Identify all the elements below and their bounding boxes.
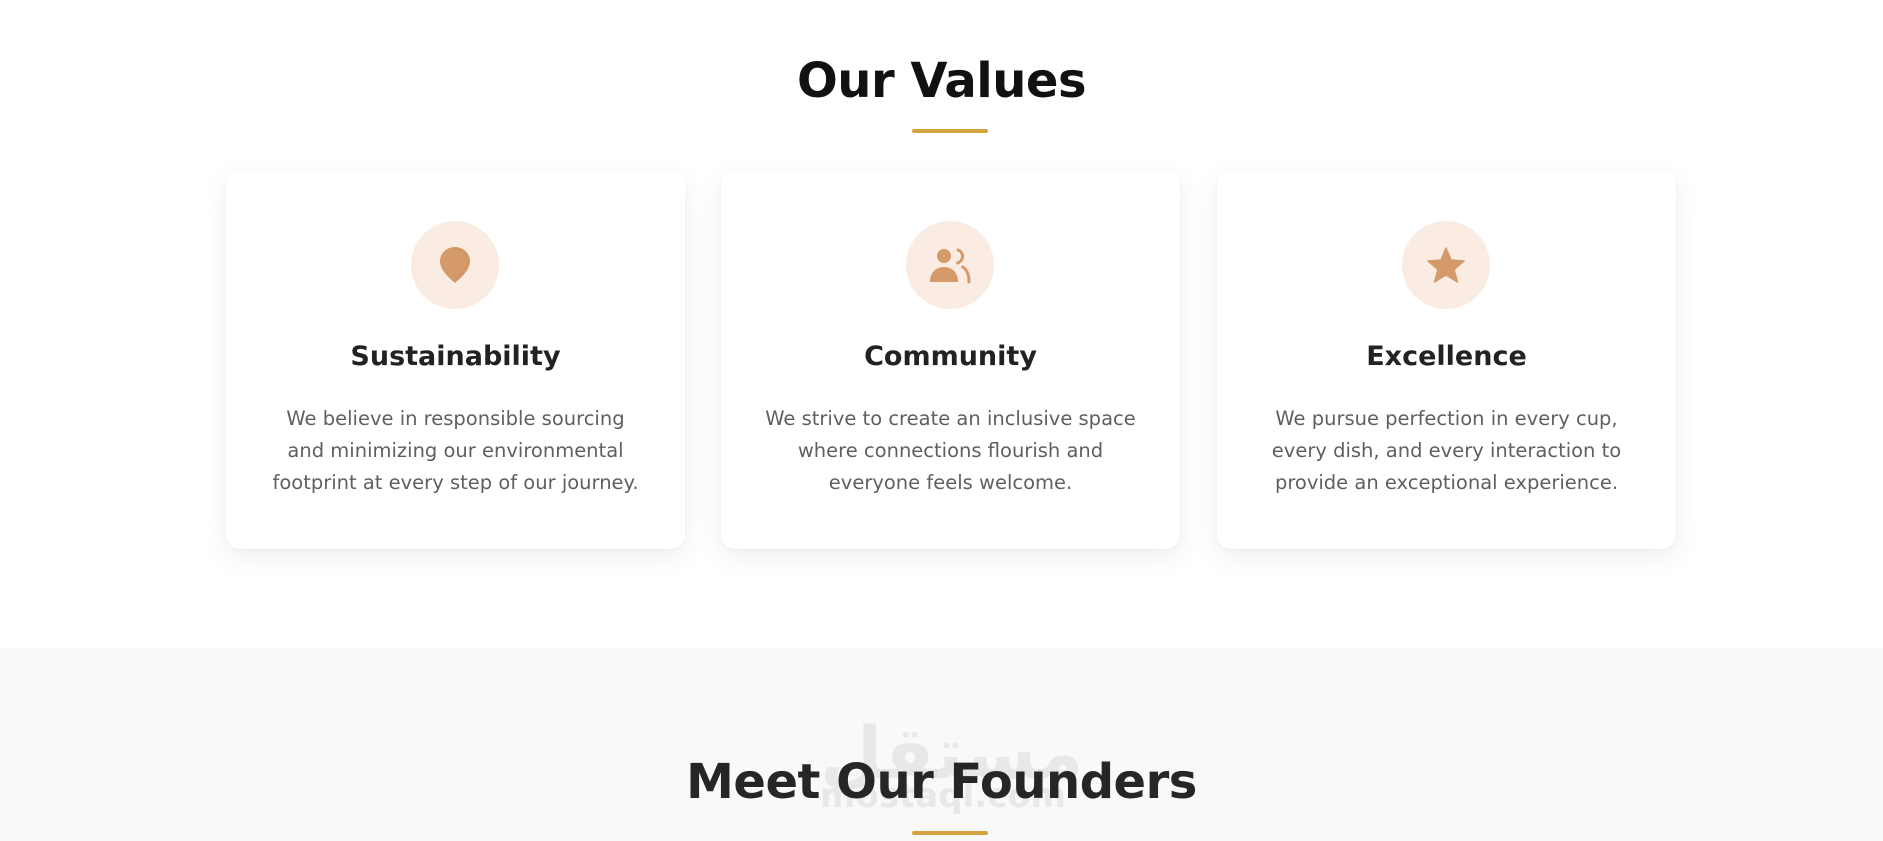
value-card-sustainability: Sustainability We believe in responsible… [226, 171, 685, 549]
card-description: We pursue perfection in every cup, every… [1271, 407, 1622, 494]
icon-badge [411, 221, 499, 309]
founders-section: مستقل mostaql.com Meet Our Founders [0, 648, 1883, 841]
star-icon [1427, 247, 1465, 283]
founders-heading: Meet Our Founders [686, 754, 1197, 810]
founders-heading-underline [912, 831, 988, 835]
values-section: Our Values Sustainability We believe in … [0, 0, 1883, 648]
card-title: Excellence [1366, 341, 1527, 372]
values-heading: Our Values [796, 53, 1087, 109]
map-pin-icon [440, 247, 470, 283]
card-title: Sustainability [350, 341, 561, 372]
values-heading-underline [912, 129, 988, 133]
icon-badge [906, 221, 994, 309]
value-card-community: Community We strive to create an inclusi… [721, 171, 1180, 549]
value-card-excellence: Excellence We pursue perfection in every… [1217, 171, 1676, 549]
card-description: We strive to create an inclusive space w… [765, 407, 1136, 494]
users-icon [930, 248, 971, 284]
card-title: Community [864, 341, 1037, 372]
icon-badge [1402, 221, 1490, 309]
card-description: We believe in responsible sourcing and m… [272, 407, 639, 494]
